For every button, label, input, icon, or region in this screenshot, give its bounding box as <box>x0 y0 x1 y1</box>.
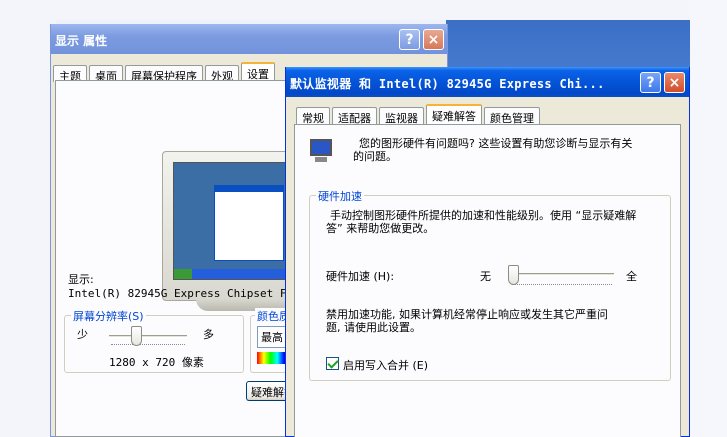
monitor-properties-window: 默认监视器 和 Intel(R) 82945G Express Chi... ?… <box>285 67 690 437</box>
tab-color-management[interactable]: 颜色管理 <box>484 107 540 125</box>
acceleration-slider-track[interactable] <box>510 273 614 276</box>
close-button[interactable]: × <box>423 29 444 50</box>
display-adapter-name: Intel(R) 82945G Express Chipset Famil <box>68 287 314 300</box>
hardware-acceleration-title: 硬件加速 <box>316 188 364 204</box>
resolution-value: 1280 x 720 像素 <box>109 356 204 369</box>
resolution-group-title: 屏幕分辨率(S) <box>71 308 146 324</box>
back-tab-strip: 主题 桌面 屏幕保护程序 外观 设置 <box>53 62 277 83</box>
desktop-left <box>0 0 56 437</box>
hardware-acceleration-group: 硬件加速 手动控制图形硬件所提供的加速和性能级别。使用 “显示疑难解 答” 来帮… <box>309 188 671 381</box>
intro-text-line2: 的问题。 <box>353 150 397 163</box>
acceleration-warning-line2: 题, 请使用此设置。 <box>326 321 421 334</box>
write-combining-checkbox[interactable] <box>326 357 339 370</box>
tab-troubleshoot[interactable]: 疑难解答 <box>426 104 482 124</box>
resolution-slider-track[interactable] <box>109 335 187 338</box>
desktop-right <box>690 0 727 437</box>
window-title: 显示 属性 <box>55 34 108 48</box>
front-tab-strip: 常规 适配器 监视器 疑难解答 颜色管理 <box>296 104 542 125</box>
color-quality-group: 颜色质 最高 <box>250 308 292 373</box>
acceleration-slider-thumb[interactable] <box>508 265 519 285</box>
tab-general[interactable]: 常规 <box>296 107 330 125</box>
resolution-min-label: 少 <box>77 328 88 341</box>
resolution-max-label: 多 <box>203 328 214 341</box>
resolution-group: 屏幕分辨率(S) 少 多 1280 x 720 像素 <box>64 308 244 373</box>
monitor-properties-titlebar[interactable]: 默认监视器 和 Intel(R) 82945G Express Chi... ?… <box>286 67 689 97</box>
help-button[interactable]: ? <box>640 72 661 93</box>
write-combining-label[interactable]: 启用写入合并 (E) <box>343 357 428 373</box>
close-button[interactable]: × <box>664 72 685 93</box>
slider-min-label: 无 <box>480 270 491 283</box>
intro-text-line1: 您的图形硬件有问题吗? 这些设置有助您诊断与显示有关 <box>359 137 633 150</box>
hardware-acceleration-label: 硬件加速 (H): <box>326 270 395 283</box>
troubleshoot-panel: 您的图形硬件有问题吗? 这些设置有助您诊断与显示有关 的问题。 硬件加速 手动控… <box>294 124 681 437</box>
tab-settings[interactable]: 设置 <box>241 62 275 82</box>
display-label: 显示: <box>68 273 94 286</box>
desktop-top <box>0 0 727 20</box>
tab-adapter[interactable]: 适配器 <box>332 107 377 125</box>
acceleration-description-line1: 手动控制图形硬件所提供的加速和性能级别。使用 “显示疑难解 <box>330 209 637 222</box>
slider-max-label: 全 <box>626 270 637 283</box>
resolution-slider-ticks <box>111 344 185 347</box>
acceleration-description-line2: 答” 来帮助您做更改。 <box>326 222 435 235</box>
help-button[interactable]: ? <box>399 29 420 50</box>
tab-monitor[interactable]: 监视器 <box>379 107 424 125</box>
display-properties-titlebar[interactable]: 显示 属性 ? × <box>51 24 447 54</box>
acceleration-slider-ticks <box>512 284 612 287</box>
resolution-slider-thumb[interactable] <box>131 326 142 346</box>
monitor-icon <box>309 139 333 165</box>
window-title: 默认监视器 和 Intel(R) 82945G Express Chi... <box>290 77 605 91</box>
acceleration-warning-line1: 禁用加速功能, 如果计算机经常停止响应或发生其它严重问 <box>326 308 608 321</box>
troubleshoot-button[interactable]: 疑难解答 <box>246 381 290 401</box>
